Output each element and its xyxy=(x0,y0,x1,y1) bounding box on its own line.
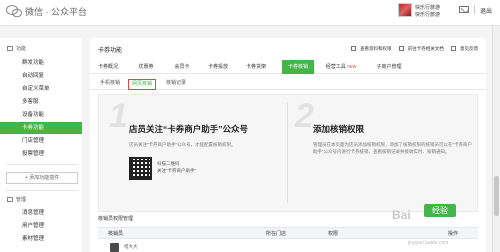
account-name[interactable]: 快乐行旅游 xyxy=(415,4,440,11)
step-1-desc: 店员关注“卡券商户助手”公众号，才能配置核销权限。 xyxy=(129,142,236,147)
sidebar: 功能 群发功能 自动回复 自定义菜单 多客服 设备功能 卡券功能 门店管理 投票… xyxy=(0,38,82,252)
feedback-icon xyxy=(451,46,456,52)
user-icon xyxy=(7,197,13,203)
qr-label: 扫描二维码 xyxy=(157,161,180,166)
sidebar-item-cards[interactable]: 卡券功能 xyxy=(0,122,82,134)
sidebar-item-votes[interactable]: 投票管理 xyxy=(0,148,82,160)
tab-member-card[interactable]: 会员卡 xyxy=(170,60,194,74)
main-panel: 卡券功能 查看资料和权限 前往卡券相关文档 意见反馈 卡券概况 优惠券 会员卡 … xyxy=(90,38,486,252)
card-tabs: 卡券概况 优惠券 会员卡 卡券投放 卡券货架 卡券核销 经营工具 new 子商户… xyxy=(90,60,486,74)
sidebar-group-features: 功能 xyxy=(7,45,26,52)
step-2-desc: 管理员在本页面为店员添加核销权限，添加了核销权限的核销员可以在“卡券商户助手”公… xyxy=(313,142,472,154)
setup-steps: 1 店员关注“卡券商户助手”公众号 店员关注“卡券商户助手”公众号，才能配置核销… xyxy=(98,94,478,212)
new-badge: new xyxy=(347,64,357,70)
feedback-link[interactable]: 意见反馈 xyxy=(448,46,478,52)
wechat-logo-icon xyxy=(6,5,22,18)
step-2-number: 2 xyxy=(295,97,314,135)
step-2-title: 添加核销权限 xyxy=(313,124,365,134)
tab-business-tools[interactable]: 经营工具 new xyxy=(324,60,358,74)
scrollbar-thumb[interactable] xyxy=(494,176,499,216)
sidebar-group-manage: 管理 xyxy=(7,196,26,203)
scrollbar[interactable] xyxy=(492,26,500,252)
redemption-subtabs: 手机核销 网页核销 核销记录 xyxy=(90,76,486,90)
puzzle-icon xyxy=(7,46,13,52)
staff-name: 嗒大大 xyxy=(124,244,138,249)
page-title: 卡券功能 xyxy=(98,48,123,54)
tab-distribution[interactable]: 卡券投放 xyxy=(204,60,232,74)
divider xyxy=(6,164,78,165)
qr-sublabel: 关注“卡券商户助手” xyxy=(157,168,196,173)
sidebar-item-stores[interactable]: 门店管理 xyxy=(0,135,82,147)
subtab-web-redeem[interactable]: 网页核销 xyxy=(128,79,157,90)
tab-coupons[interactable]: 优惠券 xyxy=(134,60,158,74)
divider xyxy=(6,190,78,191)
table-title: 核销员权限管理 xyxy=(98,216,134,222)
qr-code xyxy=(129,157,152,180)
divider xyxy=(287,103,288,203)
col-header-store: 所在门店 xyxy=(266,231,287,237)
sidebar-item-device[interactable]: 设备功能 xyxy=(0,109,82,121)
sidebar-item-custom-menu[interactable]: 自定义菜单 xyxy=(0,83,82,95)
tab-redemption[interactable]: 卡券核销 xyxy=(282,60,314,74)
top-bar: 微信 · 公众平台 快乐行旅游 快乐行旅游 退出 xyxy=(0,0,500,26)
sidebar-item-mass-send[interactable]: 群发功能 xyxy=(0,57,82,69)
divider xyxy=(474,5,475,14)
top-links: 查看资料和权限 前往卡券相关文档 意见反馈 xyxy=(345,46,478,52)
col-header-permission: 权限 xyxy=(328,231,339,237)
sidebar-item-multi-service[interactable]: 多客服 xyxy=(0,96,82,108)
book-icon xyxy=(398,46,404,52)
sidebar-item-messages[interactable]: 消息管理 xyxy=(0,207,82,219)
document-icon xyxy=(350,46,356,52)
mail-icon[interactable] xyxy=(459,6,469,13)
subtab-redeem-records[interactable]: 核销记录 xyxy=(166,79,186,88)
card-docs-link[interactable]: 前往卡券相关文档 xyxy=(396,46,444,52)
avatar xyxy=(110,243,119,252)
app-title: 微信 · 公众平台 xyxy=(25,7,87,17)
account-avatar[interactable] xyxy=(398,3,412,17)
view-permissions-link[interactable]: 查看资料和权限 xyxy=(348,46,391,52)
subtab-mobile-redeem[interactable]: 手机核销 xyxy=(100,79,120,88)
tab-shelf[interactable]: 卡券货架 xyxy=(242,60,270,74)
watermark-badge: 经验 xyxy=(424,204,456,217)
account-subname: 快乐行旅游 xyxy=(415,12,441,18)
tab-overview[interactable]: 卡券概况 xyxy=(94,60,122,74)
col-header-staff: 核销员 xyxy=(108,231,124,237)
table-header: 核销员 所在门店 权限 操作 xyxy=(98,227,478,239)
col-header-action: 操作 xyxy=(448,231,459,237)
step-1-number: 1 xyxy=(109,97,128,135)
tab-sub-merchants[interactable]: 子商户管理 xyxy=(372,60,406,74)
sidebar-item-materials[interactable]: 素材管理 xyxy=(0,233,82,245)
add-plugin-button[interactable]: + 添加功能插件 xyxy=(6,172,78,184)
watermark-url: jingyan.baidu.com xyxy=(408,240,449,246)
logout-link[interactable]: 退出 xyxy=(480,6,492,15)
watermark-text: Bai xyxy=(392,208,411,222)
sidebar-item-users[interactable]: 用户管理 xyxy=(0,220,82,232)
step-1-title: 店员关注“卡券商户助手”公众号 xyxy=(129,124,249,134)
sidebar-item-auto-reply[interactable]: 自动回复 xyxy=(0,70,82,82)
